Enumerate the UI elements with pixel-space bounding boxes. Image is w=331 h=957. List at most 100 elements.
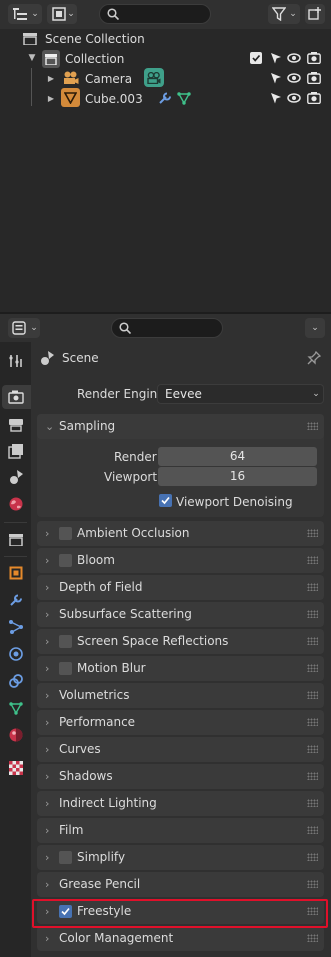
panel-bloom[interactable]: › Bloom [37,548,324,573]
panel-screen-space-reflections[interactable]: › Screen Space Reflections [37,629,324,654]
drag-handle-icon[interactable] [307,691,318,699]
checkbox-checked-icon[interactable] [159,494,172,507]
sampling-panel-header[interactable]: ⌄ Sampling [37,414,324,439]
render-engine-dropdown[interactable]: Eevee ⌄ [157,384,324,404]
checkbox-unchecked[interactable] [59,662,72,675]
panel-curves[interactable]: › Curves [37,737,324,762]
render-camera-icon[interactable] [307,51,321,65]
expand-arrow-icon[interactable]: ▶ [46,73,56,83]
panel-label: Subsurface Scattering [59,607,192,621]
chevron-down-icon: ⌄ [312,389,320,399]
display-mode-dropdown[interactable]: ⌄ [8,4,42,24]
filter-dropdown[interactable]: ⌄ [268,4,300,24]
constraints-tab-icon[interactable] [6,671,26,691]
search-icon [106,7,120,21]
render-camera-icon[interactable] [307,71,321,85]
checkbox-unchecked[interactable] [59,527,72,540]
wrench-modifier-icon[interactable] [157,90,173,106]
expand-arrow-icon[interactable]: ▼ [27,53,37,63]
panel-subsurface-scattering[interactable]: › Subsurface Scattering [37,602,324,627]
collection-tab-icon[interactable] [6,530,26,550]
drag-handle-icon[interactable] [307,422,318,430]
panel-simplify[interactable]: › Simplify [37,845,324,870]
physics-tab-icon[interactable] [6,644,26,664]
panel-motion-blur[interactable]: › Motion Blur [37,656,324,681]
tool-tab-icon[interactable] [6,351,26,371]
panel-color-management[interactable]: › Color Management [37,926,324,951]
camera-object-icon [62,69,80,87]
drag-handle-icon[interactable] [307,556,318,564]
properties-header: ⌄ ⌄ [0,314,331,341]
drag-handle-icon[interactable] [307,772,318,780]
world-tab-icon[interactable] [6,494,26,514]
texture-tab-icon[interactable] [6,758,26,778]
eye-icon[interactable] [287,71,301,85]
drag-handle-icon[interactable] [307,583,318,591]
panel-ambient-occlusion[interactable]: › Ambient Occlusion [37,521,324,546]
drag-handle-icon[interactable] [307,880,318,888]
eye-icon[interactable] [287,91,301,105]
panel-grease-pencil[interactable]: › Grease Pencil [37,872,324,897]
drag-handle-icon[interactable] [307,853,318,861]
drag-handle-icon[interactable] [307,745,318,753]
drag-handle-icon[interactable] [307,934,318,942]
outliner-search-input[interactable] [99,4,211,24]
outliner-item-scene-collection[interactable]: Scene Collection [45,32,145,46]
expand-arrow-icon[interactable]: ▶ [46,93,56,103]
outliner-item-cube[interactable]: Cube.003 [85,92,143,106]
scene-icon [38,349,56,367]
modifier-tab-icon[interactable] [6,590,26,610]
drag-handle-icon[interactable] [307,610,318,618]
view-layer-tab-icon[interactable] [6,441,26,461]
checkbox-checked-icon[interactable] [250,52,262,64]
render-samples-field[interactable]: 64 [158,447,317,466]
selectable-cursor-icon[interactable] [269,71,283,85]
eye-icon[interactable] [287,51,301,65]
outliner-item-collection[interactable]: Collection [65,52,124,66]
panel-depth-of-field[interactable]: › Depth of Field [37,575,324,600]
panel-label: Indirect Lighting [59,796,157,810]
panel-label: Film [59,823,84,837]
panel-performance[interactable]: › Performance [37,710,324,735]
render-camera-icon[interactable] [307,91,321,105]
mesh-data-icon[interactable] [176,90,192,106]
camera-data-icon[interactable] [144,68,164,87]
panel-volumetrics[interactable]: › Volumetrics [37,683,324,708]
properties-search-input[interactable] [111,318,223,338]
outliner-item-camera[interactable]: Camera [85,72,132,86]
panel-label: Volumetrics [59,688,130,702]
highlight-box [32,899,328,928]
chevron-right-icon: › [45,851,50,864]
panel-label: Depth of Field [59,580,143,594]
scene-tab-icon[interactable] [6,467,26,487]
drag-handle-icon[interactable] [307,799,318,807]
options-dropdown[interactable]: ⌄ [305,318,325,338]
chevron-right-icon: › [45,716,50,729]
panel-indirect-lighting[interactable]: › Indirect Lighting [37,791,324,816]
viewport-denoising-label[interactable]: Viewport Denoising [176,495,293,509]
drag-handle-icon[interactable] [307,826,318,834]
mesh-data-tab-icon[interactable] [6,698,26,718]
output-tab-icon[interactable] [6,415,26,435]
drag-handle-icon[interactable] [307,529,318,537]
panel-shadows[interactable]: › Shadows [37,764,324,789]
editor-type-dropdown[interactable]: ⌄ [8,318,40,338]
drag-handle-icon[interactable] [307,664,318,672]
material-tab-icon[interactable] [6,725,26,745]
checkbox-unchecked[interactable] [59,635,72,648]
render-tab-icon[interactable] [6,387,26,407]
drag-handle-icon[interactable] [307,718,318,726]
panel-film[interactable]: › Film [37,818,324,843]
drag-handle-icon[interactable] [307,637,318,645]
new-collection-button[interactable] [305,4,325,24]
object-tab-icon[interactable] [6,563,26,583]
viewport-samples-field[interactable]: 16 [158,467,317,486]
checkbox-unchecked[interactable] [59,554,72,567]
filter-view-dropdown[interactable]: ⌄ [47,4,77,24]
checkbox-unchecked[interactable] [59,851,72,864]
tab-divider [4,556,27,557]
pin-icon[interactable] [306,350,322,366]
particles-tab-icon[interactable] [6,617,26,637]
selectable-cursor-icon[interactable] [269,91,283,105]
selectable-cursor-icon[interactable] [269,51,283,65]
